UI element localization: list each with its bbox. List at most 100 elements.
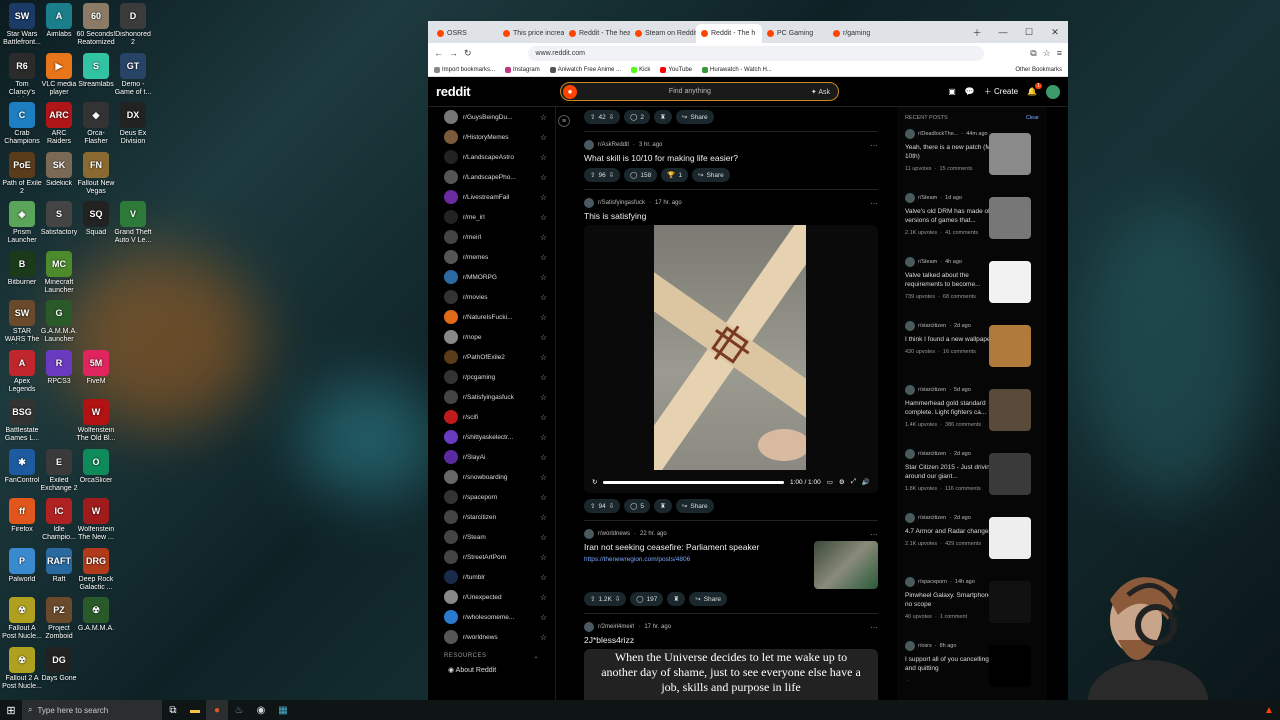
post-title[interactable]: This is satisfying [584,211,878,221]
more-options-icon[interactable]: ··· [870,530,878,539]
favorite-star-icon[interactable]: ☆ [540,193,547,202]
sidebar-community-item[interactable]: r/LandscapeAstro ☆ [428,147,555,167]
share-button[interactable]: ↪ Share [692,168,730,182]
extensions-icon[interactable]: ⧉ [1030,48,1036,59]
subreddit-name[interactable]: r/DeadlockThe... [918,131,958,137]
sidebar-community-item[interactable]: r/worldnews ☆ [428,627,555,647]
close-icon[interactable]: ✕ [1042,21,1068,43]
share-button[interactable]: ↪ Share [689,592,728,606]
bookmark-item[interactable]: YouTube [660,66,692,73]
desktop-icon[interactable]: W Wolfenstein The New ... [76,498,116,542]
favorite-star-icon[interactable]: ☆ [540,493,547,502]
favorite-star-icon[interactable]: ☆ [540,613,547,622]
award-button[interactable]: ♜ [654,499,672,513]
share-button[interactable]: ↪ Share [675,499,714,513]
menu-icon[interactable]: ≡ [1057,48,1062,58]
desktop-icon[interactable]: ff Firefox [2,498,42,534]
browser-tab[interactable]: Reddit - The h [696,24,762,43]
sidebar-community-item[interactable]: r/MMORPG ☆ [428,267,555,287]
firefox-icon[interactable]: ● [206,700,228,720]
desktop-icon[interactable]: FN Fallout New Vegas [76,151,116,196]
subreddit-name[interactable]: r/Steam [918,259,937,265]
comments-button[interactable]: ◯ 158 [624,168,658,182]
ads-icon[interactable]: ▣ [948,87,956,96]
favorite-star-icon[interactable]: ☆ [540,233,547,242]
recent-post-title[interactable]: Pinwheel Galaxy. Smartphone, no scope [905,591,1001,609]
desktop-icon[interactable]: SW STAR WARS The Old Rep... [2,300,42,344]
browser-tab[interactable]: This price increa [498,24,564,43]
other-bookmarks[interactable]: Other Bookmarks [1015,67,1062,73]
favorite-star-icon[interactable]: ☆ [540,433,547,442]
desktop-icon[interactable]: O OrcaSlicer [76,448,116,485]
desktop-icon[interactable]: A Aimlabs [39,3,79,39]
desktop-icon[interactable]: SQ Squad [76,201,116,237]
desktop-icon[interactable]: ☢ Fallout A Post Nucle... [2,597,42,641]
browser-tab[interactable]: OSRS [432,24,498,43]
sidebar-community-item[interactable]: r/LandscapePho... ☆ [428,167,555,187]
more-options-icon[interactable]: ··· [870,199,878,208]
favorite-star-icon[interactable]: ☆ [540,593,547,602]
favorite-star-icon[interactable]: ☆ [540,293,547,302]
tray-icon[interactable]: ▲ [1258,700,1280,720]
post-card[interactable]: r/Satisfyingasfuck · 17 hr. ago ··· This is… [584,196,878,514]
subreddit-name[interactable]: r/osrs [918,643,932,649]
desktop-icon[interactable]: IC Idle Champio... [39,498,79,542]
bookmark-item[interactable]: Kick [631,66,650,73]
create-button[interactable]: ＋ Create [984,86,1018,97]
desktop-icon[interactable]: D Dishonored 2 [113,3,153,47]
new-tab-icon[interactable]: ＋ [964,21,990,43]
browser-tab[interactable]: r/gaming [828,24,894,43]
favorite-star-icon[interactable]: ☆ [540,573,547,582]
bookmark-item[interactable]: Instagram [505,66,540,73]
desktop-icon[interactable]: R RPCS3 [39,349,79,386]
sidebar-community-item[interactable]: r/shittyaskelectr... ☆ [428,427,555,447]
sidebar-community-item[interactable]: r/NatureIsFucki... ☆ [428,307,555,327]
sidebar-community-item[interactable]: r/Unexpected ☆ [428,587,555,607]
bookmark-item[interactable]: Aniwatch Free Anime ... [549,66,621,73]
desktop-icon[interactable]: W Wolfenstein The Old Bl... [76,399,116,443]
sidebar-community-item[interactable]: r/scifi ☆ [428,407,555,427]
desktop-icon[interactable]: P Palworld [2,547,42,584]
comments-button[interactable]: ◯ 5 [624,499,651,513]
desktop-icon[interactable]: ☢ G.A.M.M.A. [76,597,116,633]
obs-icon[interactable]: ◉ [250,700,272,720]
favorite-star-icon[interactable]: ☆ [540,153,547,162]
recent-post-title[interactable]: 4.7 Armor and Radar changes [905,527,1001,536]
subreddit-name[interactable]: r/Steam [918,195,937,201]
desktop-icon[interactable]: S Satisfactory [39,201,79,237]
captions-icon[interactable]: ▭ [827,478,833,486]
desktop-icon[interactable]: BSG Battlestate Games L... [2,399,42,443]
post-card[interactable]: r/AskReddit · 3 hr. ago ··· What skill is 1… [584,138,878,183]
sidebar-community-item[interactable]: r/Satisfyingasfuck ☆ [428,387,555,407]
calculator-icon[interactable]: ▦ [272,700,294,720]
post-title[interactable]: 2J*bless4rizz [584,635,878,645]
desktop-icon[interactable]: GT Demo - Game of t... [113,52,153,97]
favorite-star-icon[interactable]: ☆ [540,453,547,462]
fullscreen-icon[interactable]: ⤢ [851,478,856,486]
desktop-icon[interactable]: PZ Project Zomboid [39,597,79,641]
recent-post-item[interactable]: r/Steam · 4h ago Valve talked about the req… [897,253,1047,317]
resources-header[interactable]: RESOURCES ⌄ [428,647,555,660]
sidebar-community-item[interactable]: r/LivestreamFail ☆ [428,187,555,207]
settings-icon[interactable]: ⚙ [839,478,845,486]
desktop-icon[interactable]: PoE Path of Exile 2 [2,151,42,196]
more-options-icon[interactable]: ··· [870,623,878,632]
recent-post-thumbnail[interactable] [989,261,1031,303]
vote-control[interactable]: ⇧ 96 ⇩ [584,168,621,182]
desktop-icon[interactable]: DX Deus Ex Division [113,102,153,146]
ask-button[interactable]: ✦ Ask [803,88,838,96]
sidebar-community-item[interactable]: r/nope ☆ [428,327,555,347]
subreddit-name[interactable]: r/AskReddit [598,142,629,148]
sidebar-community-item[interactable]: r/starcitizen ☆ [428,507,555,527]
favorite-star-icon[interactable]: ☆ [540,133,547,142]
recent-post-item[interactable]: r/spaceporn · 14h ago Pinwheel Galaxy. Smar… [897,573,1047,637]
recent-post-item[interactable]: r/osrs · 8h ago I support all of you cancel… [897,637,1047,700]
sidebar-community-item[interactable]: r/tumblr ☆ [428,567,555,587]
favorite-star-icon[interactable]: ☆ [540,273,547,282]
desktop-icon[interactable]: ◈ Prism Launcher [2,201,42,245]
minimize-icon[interactable]: — [990,21,1016,43]
sidebar-community-item[interactable]: r/SlayAi ☆ [428,447,555,467]
favorite-star-icon[interactable]: ☆ [540,113,547,122]
notification-icon[interactable]: 🔔 1 [1027,83,1042,96]
subreddit-name[interactable]: r/starcitizen [918,515,946,521]
